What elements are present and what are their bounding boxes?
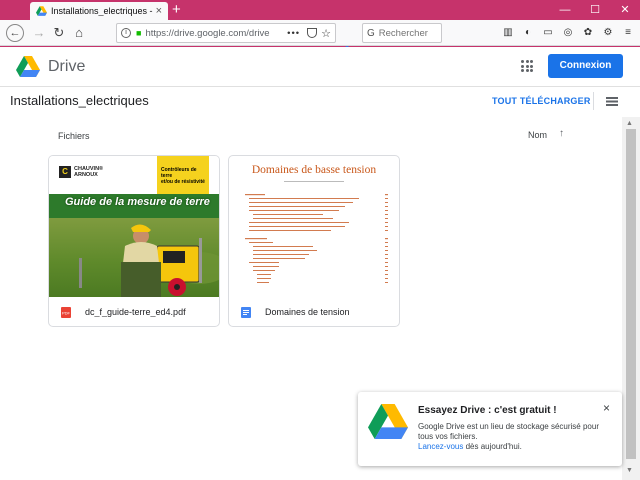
lock-icon: ■: [136, 28, 142, 38]
scroll-thumb[interactable]: [626, 129, 636, 459]
browser-tab[interactable]: Installations_electriques - Goog ×: [30, 2, 168, 20]
sync-icon[interactable]: ◐: [522, 24, 534, 42]
thumb-box-line-1: Contrôleurs de terre: [161, 167, 197, 179]
page-actions-icon[interactable]: •••: [287, 28, 300, 39]
extension-icon[interactable]: ◎: [562, 24, 574, 42]
thumb-box-line-2: et/ou de résistivité: [161, 179, 205, 185]
promo-toast: Essayez Drive : c'est gratuit ! Google D…: [358, 392, 622, 466]
thumb-label-box: Contrôleurs de terre et/ou de résistivit…: [157, 156, 209, 196]
sort-arrow-icon[interactable]: ↑: [559, 128, 564, 139]
apps-grid-icon[interactable]: [521, 60, 533, 72]
drive-logo-icon: [368, 404, 408, 439]
thumb-photo: [49, 218, 219, 297]
toast-text-end: dès aujourd'hui.: [463, 442, 522, 451]
toast-title: Essayez Drive : c'est gratuit !: [418, 405, 557, 416]
drive-header: Drive Connexion: [0, 47, 640, 87]
list-view-icon[interactable]: [606, 97, 618, 106]
tab-close-icon[interactable]: ×: [156, 5, 162, 17]
bookmark-star-icon[interactable]: ☆: [321, 27, 331, 40]
close-icon[interactable]: ×: [603, 401, 610, 415]
doc-thumbnail[interactable]: Domaines de basse tension: [229, 156, 399, 297]
drive-logo-icon[interactable]: [16, 56, 40, 77]
thumb-subtitle-line: [229, 180, 399, 184]
signin-button[interactable]: Connexion: [548, 54, 623, 78]
search-engine-icon: G: [367, 27, 375, 39]
page-scrollbar[interactable]: ▲ ▼: [622, 117, 640, 480]
brand-logo: C CHAUVIN® ARNOUX: [59, 164, 115, 180]
file-name[interactable]: Domaines de tension: [265, 307, 350, 317]
download-all-button[interactable]: TOUT TÉLÉCHARGER: [492, 96, 591, 106]
file-meta[interactable]: Domaines de tension: [229, 297, 399, 326]
drive-favicon-icon: [36, 6, 47, 16]
toast-text: Google Drive est un lieu de stockage séc…: [418, 422, 599, 441]
library-icon[interactable]: ▥: [502, 24, 514, 42]
divider: [593, 92, 594, 110]
thumb-title: Domaines de basse tension: [251, 164, 377, 176]
home-icon[interactable]: ⌂: [70, 24, 88, 42]
pocket-icon[interactable]: [307, 28, 318, 38]
scroll-down-icon[interactable]: ▼: [626, 467, 633, 474]
browser-titlebar: Installations_electriques - Goog × + — ☐…: [0, 0, 640, 20]
folder-title: Installations_electriques: [10, 93, 149, 108]
thumb-photo-art: [79, 224, 219, 297]
toast-link[interactable]: Lancez-vous: [418, 442, 463, 451]
pdf-thumbnail[interactable]: C CHAUVIN® ARNOUX Contrôleurs de terre e…: [49, 156, 219, 297]
search-box[interactable]: G Rechercher: [362, 23, 442, 43]
pdf-icon: PDF: [61, 306, 71, 318]
reload-icon[interactable]: ↻: [50, 24, 68, 42]
files-section-label: Fichiers: [58, 131, 90, 141]
gear-icon[interactable]: ⚙: [602, 24, 614, 42]
thumb-toc-lines: [245, 194, 388, 283]
window-controls: — ☐ ✕: [550, 0, 640, 20]
scroll-up-icon[interactable]: ▲: [626, 120, 633, 127]
brand-mark: C: [59, 166, 71, 178]
palette-icon[interactable]: ✿: [582, 24, 594, 42]
minimize-button[interactable]: —: [550, 0, 580, 20]
svg-text:PDF: PDF: [62, 310, 71, 315]
maximize-button[interactable]: ☐: [580, 0, 610, 20]
menu-icon[interactable]: ≡: [622, 24, 634, 42]
info-icon[interactable]: i: [121, 28, 131, 38]
product-name[interactable]: Drive: [48, 58, 85, 76]
toolbar-extensions: ▥ ◐ ▭ ◎ ✿ ⚙ ≡: [502, 24, 634, 42]
close-window-button[interactable]: ✕: [610, 0, 640, 20]
file-card-pdf[interactable]: C CHAUVIN® ARNOUX Contrôleurs de terre e…: [48, 155, 220, 327]
drive-page: Drive Connexion Installations_electrique…: [0, 47, 640, 480]
sidebar-icon[interactable]: ▭: [542, 24, 554, 42]
file-meta[interactable]: PDF dc_f_guide-terre_ed4.pdf: [49, 297, 219, 326]
thumb-title: Guide de la mesure de terre: [65, 196, 210, 208]
folder-bar: Installations_electriques TOUT TÉLÉCHARG…: [0, 87, 640, 117]
sort-by-name[interactable]: Nom: [528, 130, 547, 140]
toast-body: Google Drive est un lieu de stockage séc…: [418, 422, 608, 452]
doc-icon: [241, 306, 251, 318]
tab-title: Installations_electriques - Goog: [51, 6, 153, 16]
file-name[interactable]: dc_f_guide-terre_ed4.pdf: [85, 307, 186, 317]
forward-arrow-icon[interactable]: →: [30, 24, 48, 42]
browser-navbar: ← → ↻ ⌂ i ■ https://drive.google.com/dri…: [0, 20, 640, 58]
back-arrow-icon[interactable]: ←: [6, 24, 24, 42]
search-placeholder: Rechercher: [378, 27, 428, 39]
address-bar[interactable]: i ■ https://drive.google.com/drive ••• ☆: [116, 23, 336, 43]
file-card-doc[interactable]: Domaines de basse tension Domaines de te…: [228, 155, 400, 327]
brand-line-2: ARNOUX: [74, 172, 98, 178]
new-tab-button[interactable]: +: [172, 1, 181, 19]
url-text[interactable]: https://drive.google.com/drive: [145, 28, 284, 39]
